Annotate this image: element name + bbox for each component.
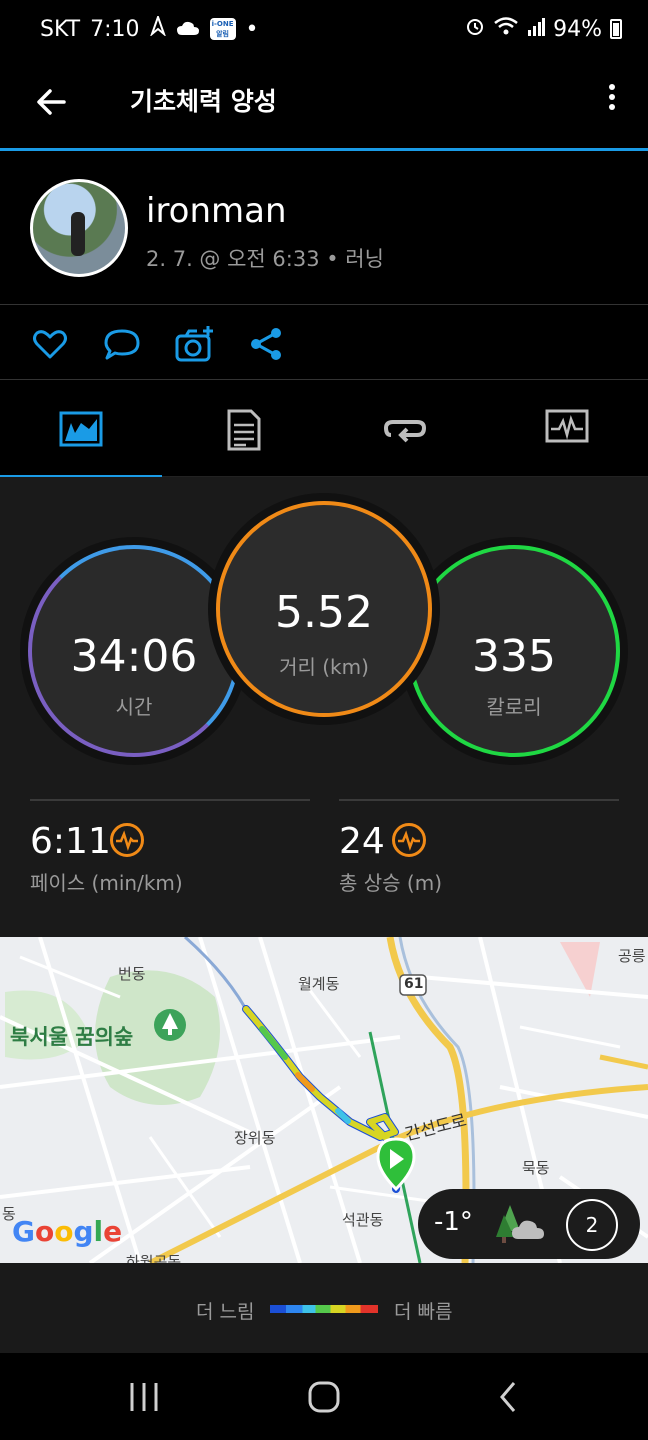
weather-pill[interactable]: -1° 2 (418, 1189, 640, 1259)
place-label: 하월곡동 (126, 1253, 182, 1263)
avatar[interactable] (30, 179, 128, 277)
back-nav-icon[interactable] (490, 1379, 526, 1415)
calories-ring: 335 칼로리 (408, 545, 620, 757)
weather-icon (492, 1201, 548, 1251)
comment-icon[interactable] (102, 324, 142, 364)
weather-temp: -1° (434, 1207, 473, 1237)
place-label: 북서울 꿈의숲 (10, 1025, 134, 1049)
wind-speed: 2 (566, 1199, 618, 1251)
clock: 7:10 (90, 16, 140, 42)
stats-panel: 34:06 시간 335 칼로리 5.52 거리 (km) 6:11 페이스 (… (0, 477, 648, 937)
signal-icon (527, 17, 546, 42)
time-label: 시간 (115, 695, 153, 719)
distance-label: 거리 (km) (279, 655, 369, 679)
google-logo: Google (12, 1215, 123, 1248)
divider (30, 799, 310, 801)
dot-icon: • (245, 16, 259, 42)
ascent-value: 24 (339, 821, 385, 862)
recents-icon[interactable] (124, 1379, 164, 1415)
navigation-icon (149, 13, 166, 42)
more-options-icon[interactable] (602, 80, 622, 124)
home-icon[interactable] (306, 1379, 342, 1415)
route-map[interactable]: 번동 월계동 북서울 꿈의숲 장위동 석관동 묵동 공릉 하월곡동 동 간선도로… (0, 937, 648, 1263)
activity-header: ironman 2. 7. @ 오전 6:33 • 러닝 (0, 151, 648, 305)
divider (339, 799, 619, 801)
ascent-label: 총 상승 (m) (339, 871, 443, 895)
status-bar: SKT 7:10 i-ONE 알림 • 94% (0, 0, 648, 62)
carrier: SKT (40, 16, 81, 42)
back-arrow-icon[interactable] (30, 80, 74, 124)
pace-value: 6:11 (30, 821, 111, 862)
heart-icon[interactable] (30, 324, 70, 364)
system-nav-bar (0, 1353, 648, 1440)
distance-value: 5.52 (275, 587, 373, 638)
pulse-icon[interactable] (392, 823, 426, 857)
tab-laps[interactable] (324, 381, 486, 477)
place-label: 월계동 (298, 975, 340, 993)
place-label: 번동 (118, 965, 146, 983)
calories-value: 335 (472, 631, 556, 682)
legend-slow: 더 느림 (196, 1301, 255, 1323)
username[interactable]: ironman (146, 191, 287, 231)
place-label: 공릉 (618, 947, 646, 965)
place-label: 석관동 (342, 1211, 384, 1229)
tab-details[interactable] (162, 381, 324, 477)
status-left: SKT 7:10 i-ONE 알림 • (40, 13, 259, 42)
alarm-icon (465, 16, 485, 42)
place-label: 장위동 (234, 1129, 276, 1147)
time-ring: 34:06 시간 (28, 545, 240, 757)
page-title: 기초체력 양성 (130, 87, 277, 116)
app-bar: 기초체력 양성 (0, 62, 648, 148)
tab-stats[interactable] (0, 381, 162, 478)
time-value: 34:06 (70, 631, 198, 682)
place-label: 묵동 (522, 1159, 550, 1177)
pace-label: 페이스 (min/km) (30, 871, 183, 895)
battery-percent: 94% (553, 16, 602, 42)
wifi-icon (493, 16, 519, 42)
cloud-icon (176, 17, 200, 42)
pulse-icon[interactable] (110, 823, 144, 857)
tab-bar (0, 381, 648, 478)
status-right: 94% (465, 16, 622, 42)
camera-add-icon[interactable] (174, 324, 214, 364)
pace-gradient (270, 1305, 378, 1313)
activity-meta: 2. 7. @ 오전 6:33 • 러닝 (146, 247, 384, 271)
battery-icon (610, 19, 622, 39)
route-badge: 61 (404, 976, 424, 992)
calories-label: 칼로리 (486, 695, 542, 719)
app-notification-icon: i-ONE 알림 (209, 18, 236, 40)
legend-fast: 더 빠름 (394, 1301, 453, 1323)
distance-ring: 5.52 거리 (km) (216, 501, 432, 717)
pace-legend: 더 느림 더 빠름 (0, 1263, 648, 1353)
action-row (0, 306, 648, 380)
tab-graphs[interactable] (486, 381, 648, 477)
share-icon[interactable] (246, 324, 286, 364)
